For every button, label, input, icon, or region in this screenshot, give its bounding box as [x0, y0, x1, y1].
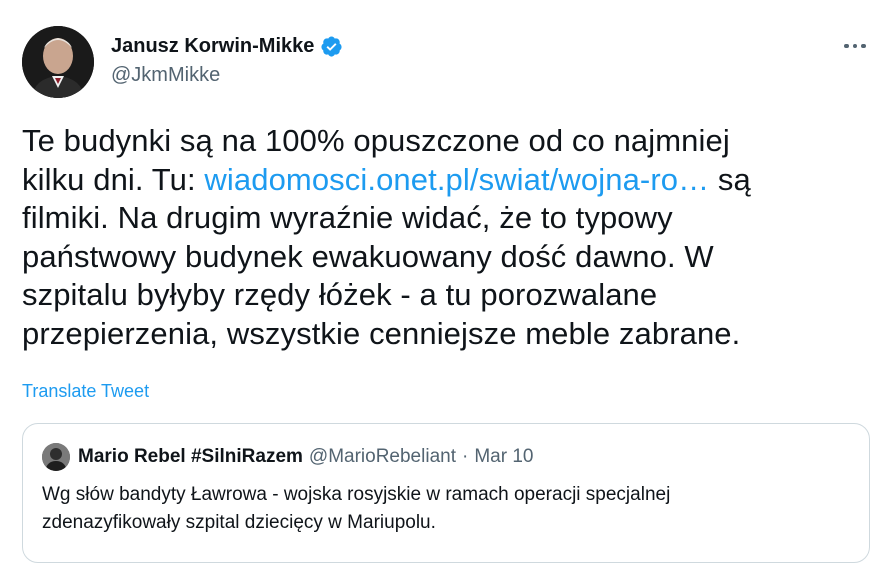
quoted-tweet-header: Mario Rebel #SilniRazem @MarioRebeliant … — [42, 443, 533, 471]
quoted-author-display-name[interactable]: Mario Rebel #SilniRazem — [78, 446, 303, 468]
more-dot — [852, 43, 858, 49]
tweet-text-segment: kilku dni. Tu: — [22, 161, 205, 197]
tweet-text-line: kilku dni. Tu: wiadomosci.onet.pl/swiat/… — [22, 161, 872, 200]
tweet-url-link[interactable]: wiadomosci.onet.pl/swiat/wojna-ro… — [204, 162, 709, 197]
quoted-avatar-portrait-icon — [42, 443, 70, 471]
author-handle[interactable]: @JkmMikke — [111, 62, 343, 88]
display-name-row: Janusz Korwin-Mikke — [111, 33, 343, 59]
tweet-text-line: państwowy budynek ewakuowany dość dawno.… — [22, 238, 714, 274]
quoted-tweet-date[interactable]: Mar 10 — [474, 446, 533, 468]
quoted-tweet-text: Wg słów bandyty Ławrowa - wojska rosyjsk… — [42, 481, 852, 537]
tweet-text-line: filmiki. Na drugim wyraźnie widać, że to… — [22, 200, 673, 236]
tweet-text-line: szpitalu byłyby rzędy łóżek - a tu poroz… — [22, 277, 658, 313]
quoted-separator: · — [461, 446, 469, 467]
avatar-portrait-icon — [22, 26, 94, 98]
tweet: Janusz Korwin-Mikke @JkmMikke Te budynki… — [0, 0, 888, 563]
quoted-tweet-card[interactable]: Mario Rebel #SilniRazem @MarioRebeliant … — [22, 423, 870, 563]
quoted-text-line: zdenazyfikowały szpital dziecięcy w Mari… — [42, 512, 436, 533]
quoted-author-avatar[interactable] — [42, 443, 70, 471]
tweet-text: Te budynki są na 100% opuszczone od co n… — [22, 122, 872, 354]
author-display-name[interactable]: Janusz Korwin-Mikke — [111, 33, 314, 59]
quoted-text-line: Wg słów bandyty Ławrowa - wojska rosyjsk… — [42, 484, 671, 505]
verified-badge-icon — [320, 35, 343, 58]
more-dot — [861, 43, 866, 49]
tweet-text-line: przepierzenia, wszystkie cenniejsze mebl… — [22, 315, 741, 351]
author-avatar[interactable] — [22, 26, 94, 98]
quoted-author-handle[interactable]: @MarioRebeliant — [309, 446, 456, 468]
tweet-text-segment: są — [709, 161, 751, 197]
tweet-text-line: Te budynki są na 100% opuszczone od co n… — [22, 123, 730, 158]
author-block: Janusz Korwin-Mikke @JkmMikke — [111, 33, 343, 88]
more-horizontal-icon — [844, 43, 849, 49]
more-options-button[interactable] — [840, 34, 870, 58]
translate-tweet-link[interactable]: Translate Tweet — [22, 381, 149, 402]
